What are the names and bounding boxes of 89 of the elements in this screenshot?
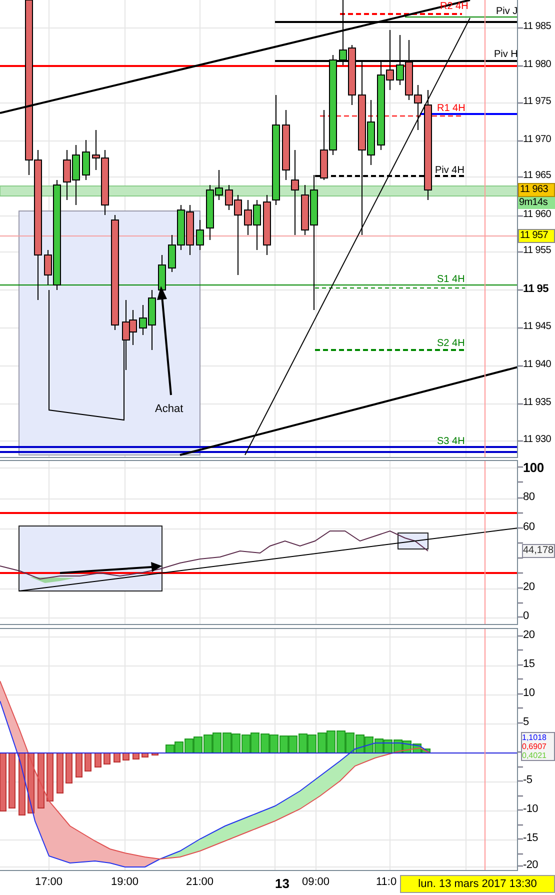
histogram-bar xyxy=(174,742,184,754)
axis-label: -20 xyxy=(523,860,538,871)
histogram-bar xyxy=(104,752,110,764)
histogram-bar xyxy=(28,752,34,814)
candlestick xyxy=(82,140,90,180)
annotation-label: Achat xyxy=(155,403,184,415)
histogram-bar xyxy=(204,734,212,754)
histogram-bar xyxy=(270,734,278,754)
histogram-bar xyxy=(346,732,354,754)
value-label: 1,1018 xyxy=(522,733,548,742)
histogram-bar xyxy=(38,752,44,808)
axis-label: 11 940 xyxy=(523,360,552,370)
histogram-bar xyxy=(66,752,72,784)
time-label: 21:00 xyxy=(186,877,214,888)
axis-label: 11 935 xyxy=(523,398,552,408)
axis-label: 80 xyxy=(523,492,535,503)
histogram-bar xyxy=(308,734,316,754)
histogram-bar xyxy=(250,732,260,754)
histogram-bar xyxy=(194,736,202,754)
level-label: R1 4H xyxy=(437,103,466,114)
axis-label: 20 xyxy=(523,630,535,641)
time-label: 13 xyxy=(275,877,290,890)
histogram-bar xyxy=(114,752,120,762)
value-label: 0,4021 xyxy=(522,751,548,760)
histogram-bar xyxy=(374,738,384,754)
level-label: Piv J xyxy=(496,6,518,17)
axis-label: 60 xyxy=(523,522,535,533)
histogram-bar xyxy=(56,752,64,794)
axis-label: 15 xyxy=(523,659,535,670)
price-badge: 11 957 xyxy=(518,229,555,243)
histogram-bar xyxy=(288,736,298,754)
price-badge: 9m14s xyxy=(518,197,555,209)
histogram-bar xyxy=(46,752,54,802)
axis-label: 0 xyxy=(523,611,529,622)
level-label: S2 4H xyxy=(437,338,465,349)
axis-label: 100 xyxy=(523,461,544,474)
axis-label: 11 980 xyxy=(523,60,552,70)
histogram-bar xyxy=(212,732,222,754)
price-badge: 11 963 xyxy=(518,183,555,197)
histogram-bar xyxy=(232,734,240,754)
axis-label: 11 95 xyxy=(523,284,548,295)
histogram-bar xyxy=(318,732,326,754)
histogram-bar xyxy=(356,734,364,754)
level-label: Piv H xyxy=(494,49,518,60)
histogram-bar xyxy=(0,752,6,812)
histogram-bar xyxy=(8,752,16,808)
cursor-date-badge: lun. 13 mars 2017 13:30 xyxy=(400,875,555,893)
level-label: S3 4H xyxy=(437,436,465,447)
axis-label: 11 960 xyxy=(523,210,552,220)
histogram-bar xyxy=(152,752,158,756)
histogram-bar xyxy=(84,752,92,772)
time-label: 09:00 xyxy=(302,877,330,888)
histogram-bar xyxy=(280,736,288,754)
level-label: Piv 4H xyxy=(435,165,464,176)
rsi-fill-area xyxy=(30,577,75,583)
histogram-bar xyxy=(184,738,194,754)
value-badge: 44,178 xyxy=(522,544,555,558)
histogram-bar xyxy=(384,740,392,754)
axis-label: -15 xyxy=(523,833,538,844)
histogram-bar xyxy=(76,752,82,778)
histogram-bar xyxy=(242,734,250,754)
axis-label: 11 965 xyxy=(523,171,552,181)
histogram-bar xyxy=(260,734,270,754)
histogram-bar xyxy=(94,752,102,768)
time-label: 11:0 xyxy=(376,877,397,888)
axis-label: 11 930 xyxy=(523,435,552,445)
axis-label: 11 945 xyxy=(523,322,552,332)
axis-label: 5 xyxy=(523,717,529,728)
time-label: 19:00 xyxy=(111,877,139,888)
value-label: 0,6907 xyxy=(522,742,548,751)
histogram-bar xyxy=(142,752,148,758)
axis-label: -10 xyxy=(523,804,538,815)
histogram-bar xyxy=(336,730,346,754)
axis-label: 11 975 xyxy=(523,97,552,107)
axis-label: 11 985 xyxy=(523,22,552,32)
histogram-bar xyxy=(18,752,26,816)
axis-label: 10 xyxy=(523,688,535,699)
histogram-bar xyxy=(326,730,336,754)
level-label: S1 4H xyxy=(437,274,465,285)
axis-label: 11 970 xyxy=(523,135,552,145)
histogram-bar xyxy=(222,732,232,754)
time-label: 17:00 xyxy=(35,877,63,888)
histogram-bar xyxy=(298,734,308,754)
axis-label: 20 xyxy=(523,582,535,593)
histogram-bar xyxy=(166,744,174,754)
axis-label: -5 xyxy=(523,775,532,786)
histogram-bar xyxy=(364,736,374,754)
axis-label: 11 955 xyxy=(523,246,552,256)
candlestick xyxy=(196,220,204,250)
